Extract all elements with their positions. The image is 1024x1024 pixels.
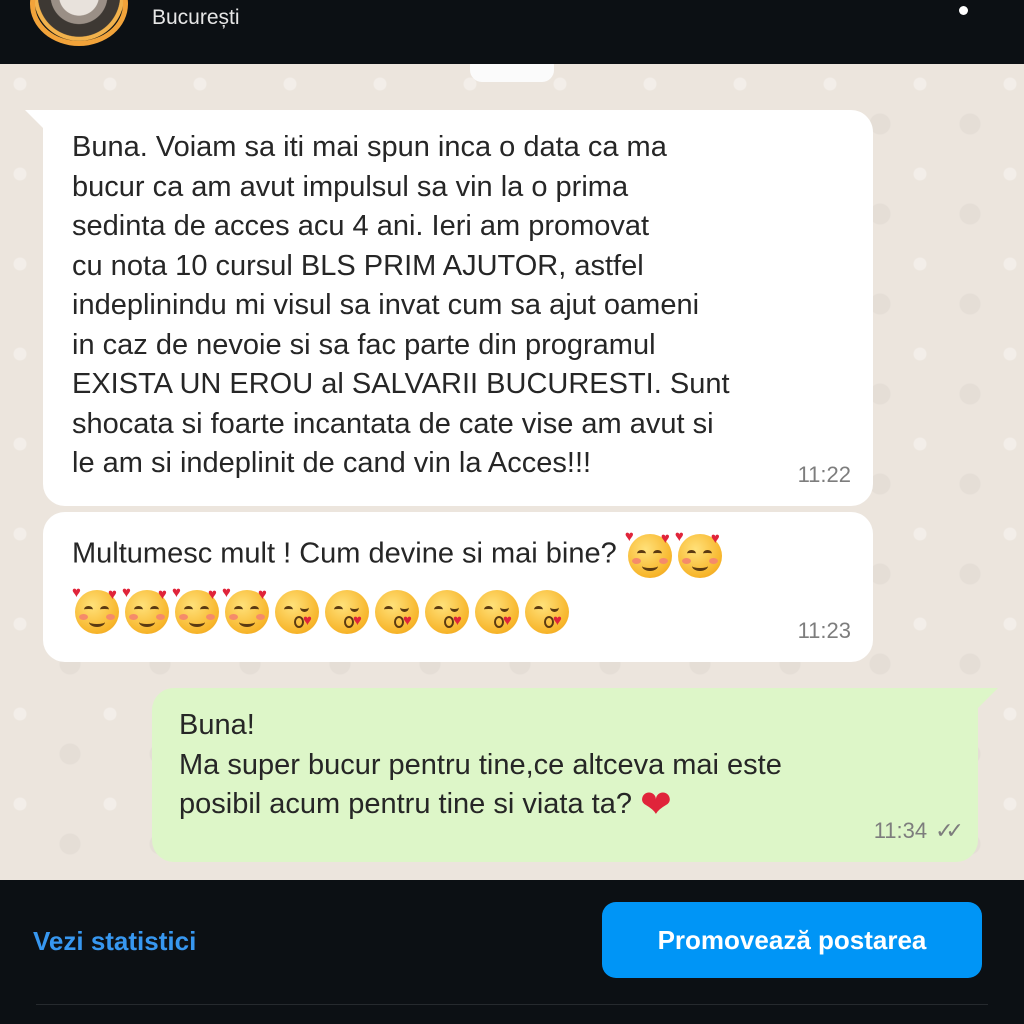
smiling-face-with-hearts-icon: ♥ ♥	[675, 529, 725, 580]
smiling-face-with-hearts-icon: ♥ ♥	[72, 585, 122, 636]
promote-post-button[interactable]: Promovează postarea	[602, 902, 982, 978]
incoming-message-bubble: Multumesc mult ! Cum devine si mai bine?…	[43, 512, 873, 662]
smiling-face-with-hearts-icon: ♥ ♥	[625, 529, 675, 580]
message-time: 11:22	[797, 461, 851, 487]
red-heart-icon: ❤	[640, 784, 672, 827]
face-blowing-a-kiss-icon: ♥	[472, 586, 522, 636]
chat-screenshot: Buna. Voiam sa iti mai spun inca o data …	[0, 64, 1024, 880]
message-line: Multumesc mult ! Cum devine si mai bine?…	[72, 529, 847, 580]
face-blowing-a-kiss-icon: ♥	[422, 586, 472, 636]
bubble-tail	[25, 110, 47, 132]
face-blowing-a-kiss-icon: ♥	[322, 586, 372, 636]
emoji-row: ♥ ♥ ♥ ♥ ♥ ♥ ♥ ♥ ♥ ♥ ♥ ♥ ♥ ♥	[72, 585, 847, 636]
face-blowing-a-kiss-icon: ♥	[272, 586, 322, 636]
message-time: 11:34	[873, 817, 928, 843]
outgoing-message-bubble: Buna! Ma super bucur pentru tine,ce altc…	[152, 688, 998, 862]
post-header: București	[0, 0, 1024, 64]
message-time: 11:23	[797, 617, 851, 643]
message-text: Multumesc mult ! Cum devine si mai bine?	[72, 537, 617, 570]
profile-avatar[interactable]	[30, 0, 128, 46]
more-options-icon[interactable]	[959, 6, 968, 15]
face-blowing-a-kiss-icon: ♥	[522, 586, 572, 636]
divider	[36, 1004, 988, 1005]
double-check-icon: ✓✓	[935, 817, 964, 843]
face-blowing-a-kiss-icon: ♥	[372, 586, 422, 636]
post-location[interactable]: București	[152, 6, 240, 30]
smiling-face-with-hearts-icon: ♥ ♥	[172, 585, 222, 636]
date-pill	[470, 64, 554, 82]
bubble-tail	[976, 688, 998, 710]
message-text: Buna! Ma super bucur pentru tine,ce altc…	[179, 709, 782, 820]
message-time-group: 11:34 ✓✓	[873, 811, 964, 851]
post-actions-bar: Vezi statistici Promovează postarea	[0, 880, 1024, 1024]
message-text: Buna. Voiam sa iti mai spun inca o data …	[72, 131, 730, 479]
smiling-face-with-hearts-icon: ♥ ♥	[222, 585, 272, 636]
smiling-face-with-hearts-icon: ♥ ♥	[122, 585, 172, 636]
incoming-message-bubble: Buna. Voiam sa iti mai spun inca o data …	[25, 110, 873, 506]
view-insights-link[interactable]: Vezi statistici	[33, 926, 196, 957]
